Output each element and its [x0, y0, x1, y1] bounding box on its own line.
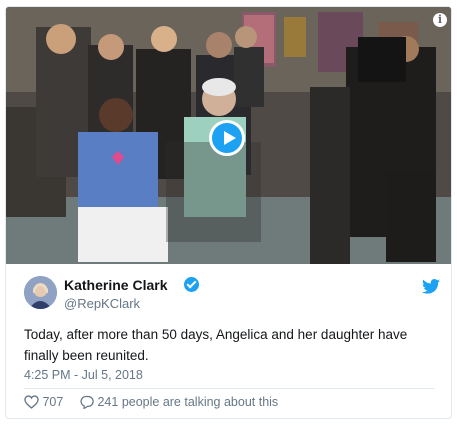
tweet-author[interactable]: Katherine Clark @RepKClark [24, 273, 444, 313]
info-icon[interactable]: i [433, 13, 447, 27]
play-icon[interactable] [209, 120, 245, 156]
reply-bubble-icon [80, 395, 94, 410]
avatar[interactable] [24, 276, 57, 309]
tweet-timestamp[interactable]: 4:25 PM - Jul 5, 2018 [24, 368, 143, 382]
tweet-embed-card[interactable]: i Katherine Clark @RepKClark Today, afte… [5, 6, 452, 419]
talking-count: 241 people are talking about this [97, 395, 279, 409]
video-thumbnail[interactable]: i [6, 7, 451, 264]
like-count: 707 [42, 395, 64, 409]
conversation-action[interactable]: 241 people are talking about this [80, 395, 279, 410]
verified-badge-icon [184, 277, 199, 292]
author-handle[interactable]: @RepKClark [64, 296, 140, 311]
twitter-bird-icon[interactable] [422, 279, 440, 294]
tweet-text: Today, after more than 50 days, Angelica… [24, 327, 408, 363]
divider [24, 388, 434, 389]
author-name[interactable]: Katherine Clark [64, 277, 167, 293]
heart-icon [24, 395, 39, 409]
like-action[interactable]: 707 [24, 395, 63, 409]
